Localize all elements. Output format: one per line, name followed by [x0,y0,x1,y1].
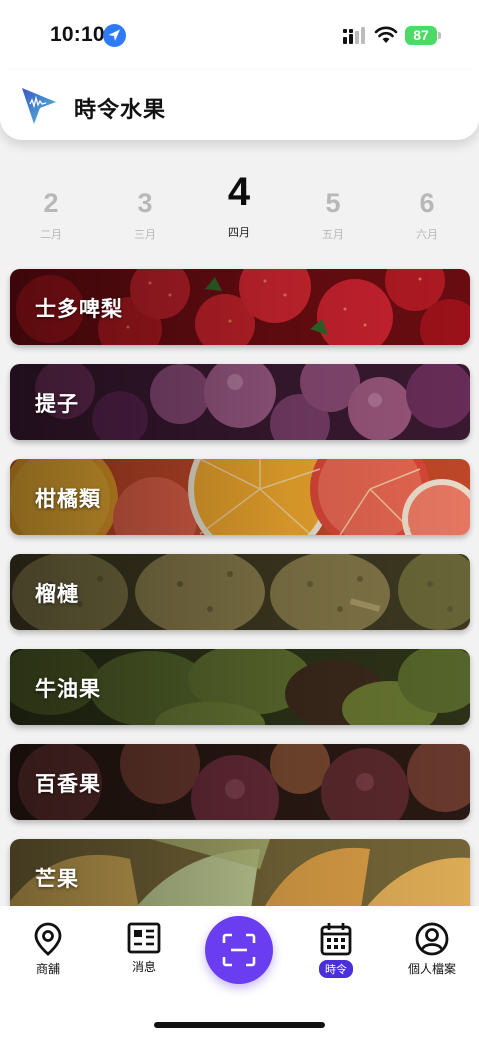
month-number: 5 [325,188,341,218]
month-item-6[interactable]: 6 六月 [392,160,462,242]
scan-icon [222,933,256,967]
month-label: 五月 [322,228,344,241]
month-number: 3 [137,188,153,218]
location-arrow-icon [103,24,126,47]
month-item-5[interactable]: 5 五月 [298,160,368,242]
month-item-3[interactable]: 3 三月 [110,160,180,242]
month-item-4-selected[interactable]: 4 四月 [204,160,274,240]
month-label: 三月 [134,228,156,241]
month-item-2[interactable]: 2 二月 [16,160,86,242]
status-bar: 10:10 87 [0,0,479,70]
fruit-name: 柑橘類 [35,487,101,511]
month-number: 6 [419,188,435,218]
tab-label: 時令 [319,960,353,978]
signal-icon [343,27,365,44]
fruit-name: 榴槤 [35,582,79,606]
fruit-name: 芒果 [35,867,79,891]
card-shade [10,839,470,915]
month-label: 六月 [416,228,438,241]
map-pin-icon [34,922,62,956]
card-shade [10,364,470,440]
month-number: 2 [43,188,59,218]
battery-level: 87 [413,27,429,43]
fruit-card-grapes[interactable]: 提子 [10,364,470,440]
fruit-card-citrus[interactable]: 柑橘類 [10,459,470,535]
tab-shops[interactable]: 商舖 [8,922,88,977]
fruit-name: 百香果 [35,772,101,796]
card-shade [10,554,470,630]
page-title: 時令水果 [74,98,167,123]
app-header: 時令水果 [0,70,479,140]
month-number: 4 [227,170,251,214]
home-indicator[interactable] [154,1022,325,1028]
fruit-name: 牛油果 [35,677,101,701]
profile-icon [415,922,449,956]
tab-label: 消息 [131,960,156,974]
tab-seasonal[interactable]: 時令 [296,922,376,978]
fruit-card-strawberry[interactable]: 士多啤梨 [10,269,470,345]
calendar-icon [320,923,352,956]
fruit-card-durian[interactable]: 榴槤 [10,554,470,630]
tab-news[interactable]: 消息 [104,922,184,975]
news-icon [127,922,161,954]
fruit-name: 士多啤梨 [35,297,123,321]
month-label: 二月 [40,228,62,241]
fruit-card-mango[interactable]: 芒果 [10,839,470,915]
fruit-name: 提子 [35,392,79,416]
tab-bar: 商舖 消息 時令 個人檔案 [0,906,479,1039]
wifi-icon [374,26,398,43]
fruit-card-passion-fruit[interactable]: 百香果 [10,744,470,820]
month-label: 四月 [228,226,250,239]
tab-label: 商舖 [35,962,60,976]
arrow-logo-icon [22,88,56,124]
tab-label: 個人檔案 [407,962,456,976]
scan-button[interactable] [205,916,273,984]
fruit-card-avocado[interactable]: 牛油果 [10,649,470,725]
month-selector: 2 二月 3 三月 4 四月 5 五月 6 六月 [0,160,479,250]
tab-profile[interactable]: 個人檔案 [392,922,472,977]
status-time: 10:10 [50,23,105,46]
battery-icon: 87 [405,26,441,45]
